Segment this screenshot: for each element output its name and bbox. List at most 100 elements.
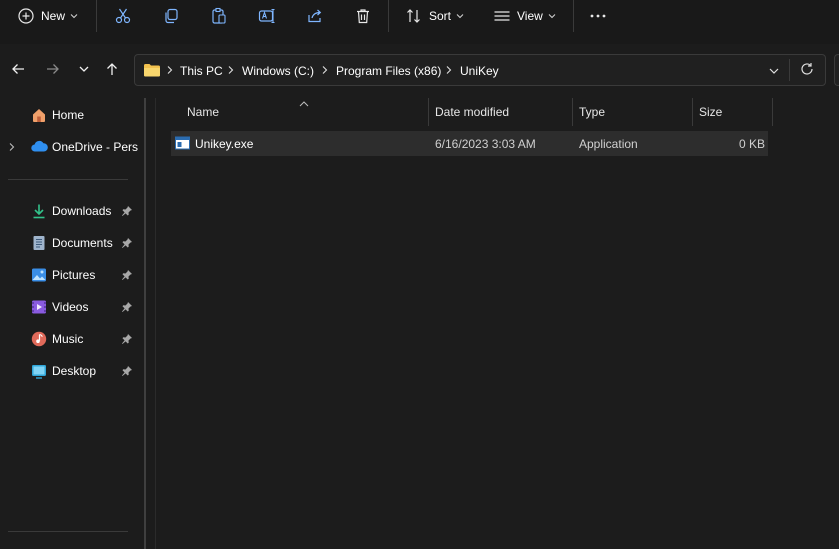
forward-button[interactable]: [43, 59, 63, 79]
plus-circle-icon: [17, 7, 35, 25]
sidebar-item-music[interactable]: Music: [0, 327, 140, 351]
application-icon: [175, 136, 190, 153]
address-divider: [789, 59, 790, 81]
command-bar: New Sort View: [0, 0, 839, 44]
document-icon: [31, 235, 47, 251]
pane-resize-handle[interactable]: [144, 98, 146, 549]
column-header-date-modified[interactable]: Date modified: [435, 105, 509, 119]
view-icon: [493, 7, 511, 25]
toolbar-divider: [573, 0, 574, 32]
search-box-edge[interactable]: [834, 54, 839, 86]
recent-locations-button[interactable]: [74, 59, 94, 79]
column-divider[interactable]: [428, 98, 429, 126]
sidebar-divider: [8, 531, 128, 532]
sidebar-item-label: Music: [52, 332, 84, 346]
up-button[interactable]: [102, 59, 122, 79]
desktop-icon: [31, 363, 47, 379]
column-divider[interactable]: [572, 98, 573, 126]
arrow-right-icon: [47, 64, 59, 74]
sort-icon: [405, 7, 423, 25]
delete-icon: [354, 7, 372, 25]
sidebar-item-desktop[interactable]: Desktop: [0, 359, 140, 383]
sidebar-item-label: Documents: [52, 236, 113, 250]
paste-button[interactable]: [210, 0, 228, 32]
chevron-right-icon[interactable]: [8, 141, 16, 155]
table-row[interactable]: Unikey.exe 6/16/2023 3:03 AM Application…: [171, 131, 768, 156]
pin-icon[interactable]: [121, 237, 133, 249]
pin-icon[interactable]: [121, 333, 133, 345]
sidebar-item-home[interactable]: Home: [0, 103, 140, 127]
new-button[interactable]: New: [17, 0, 78, 32]
column-header-name[interactable]: Name: [187, 105, 219, 119]
sidebar-item-onedrive[interactable]: OneDrive - Perso: [0, 135, 140, 159]
toolbar-divider: [388, 0, 389, 32]
column-divider[interactable]: [692, 98, 693, 126]
rename-icon: [258, 7, 276, 25]
breadcrumb-program-files[interactable]: Program Files (x86): [336, 64, 441, 78]
arrow-left-icon: [12, 64, 24, 74]
sidebar-item-label: Pictures: [52, 268, 96, 282]
sort-ascending-icon: [299, 96, 309, 110]
address-history-dropdown[interactable]: [768, 65, 780, 79]
rename-button[interactable]: [258, 0, 276, 32]
chevron-down-icon: [769, 68, 779, 74]
address-bar[interactable]: This PC Windows (C:) Program Files (x86)…: [134, 54, 826, 86]
pin-icon[interactable]: [121, 301, 133, 313]
navigation-pane: Home OneDrive - Perso Downloads Document…: [0, 98, 150, 549]
column-header-type[interactable]: Type: [579, 105, 605, 119]
pin-icon[interactable]: [121, 205, 133, 217]
paste-icon: [210, 7, 228, 25]
picture-icon: [31, 267, 47, 283]
copy-icon: [162, 7, 180, 25]
breadcrumb-windows-c[interactable]: Windows (C:): [242, 64, 314, 78]
sort-label: Sort: [429, 9, 452, 23]
refresh-icon: [801, 63, 813, 75]
new-label: New: [41, 9, 66, 23]
file-date-modified: 6/16/2023 3:03 AM: [435, 137, 536, 151]
refresh-button[interactable]: [800, 62, 814, 79]
sidebar-item-documents[interactable]: Documents: [0, 231, 140, 255]
more-options-button[interactable]: [589, 0, 607, 32]
file-name: Unikey.exe: [195, 137, 254, 151]
breadcrumb-this-pc[interactable]: This PC: [180, 64, 223, 78]
download-icon: [31, 203, 47, 219]
chevron-down-icon: [70, 13, 78, 19]
sidebar-item-label: Downloads: [52, 204, 112, 218]
file-size: 0 KB: [738, 137, 765, 151]
sidebar-item-downloads[interactable]: Downloads: [0, 199, 140, 223]
toolbar-divider: [96, 0, 97, 32]
breadcrumb-unikey[interactable]: UniKey: [460, 64, 499, 78]
chevron-right-icon: [446, 66, 452, 74]
sidebar-item-label: Home: [52, 108, 85, 122]
video-icon: [31, 299, 47, 315]
chevron-right-icon: [167, 66, 173, 74]
music-icon: [31, 331, 47, 347]
sidebar-divider: [8, 179, 128, 180]
back-button[interactable]: [8, 59, 28, 79]
sort-button[interactable]: Sort: [405, 0, 464, 32]
cut-button[interactable]: [114, 0, 132, 32]
column-header-size[interactable]: Size: [699, 105, 722, 119]
chevron-right-icon: [228, 66, 234, 74]
arrow-up-icon: [107, 63, 117, 75]
view-button[interactable]: View: [493, 0, 556, 32]
file-type: Application: [579, 137, 638, 151]
home-icon: [31, 107, 47, 123]
pin-icon[interactable]: [121, 269, 133, 281]
share-button[interactable]: [306, 0, 324, 32]
share-icon: [306, 7, 324, 25]
sidebar-item-label: OneDrive - Perso: [52, 140, 138, 154]
delete-button[interactable]: [354, 0, 372, 32]
pin-icon[interactable]: [121, 365, 133, 377]
chevron-right-icon: [322, 66, 328, 74]
view-label: View: [517, 9, 543, 23]
chevron-down-icon: [548, 13, 556, 19]
copy-button[interactable]: [162, 0, 180, 32]
column-divider[interactable]: [772, 98, 773, 126]
sidebar-item-pictures[interactable]: Pictures: [0, 263, 140, 287]
cloud-icon: [31, 140, 48, 156]
sidebar-item-label: Desktop: [52, 364, 97, 378]
address-row: This PC Windows (C:) Program Files (x86)…: [0, 44, 839, 98]
sidebar-item-videos[interactable]: Videos: [0, 295, 140, 319]
chevron-down-icon: [79, 66, 89, 72]
